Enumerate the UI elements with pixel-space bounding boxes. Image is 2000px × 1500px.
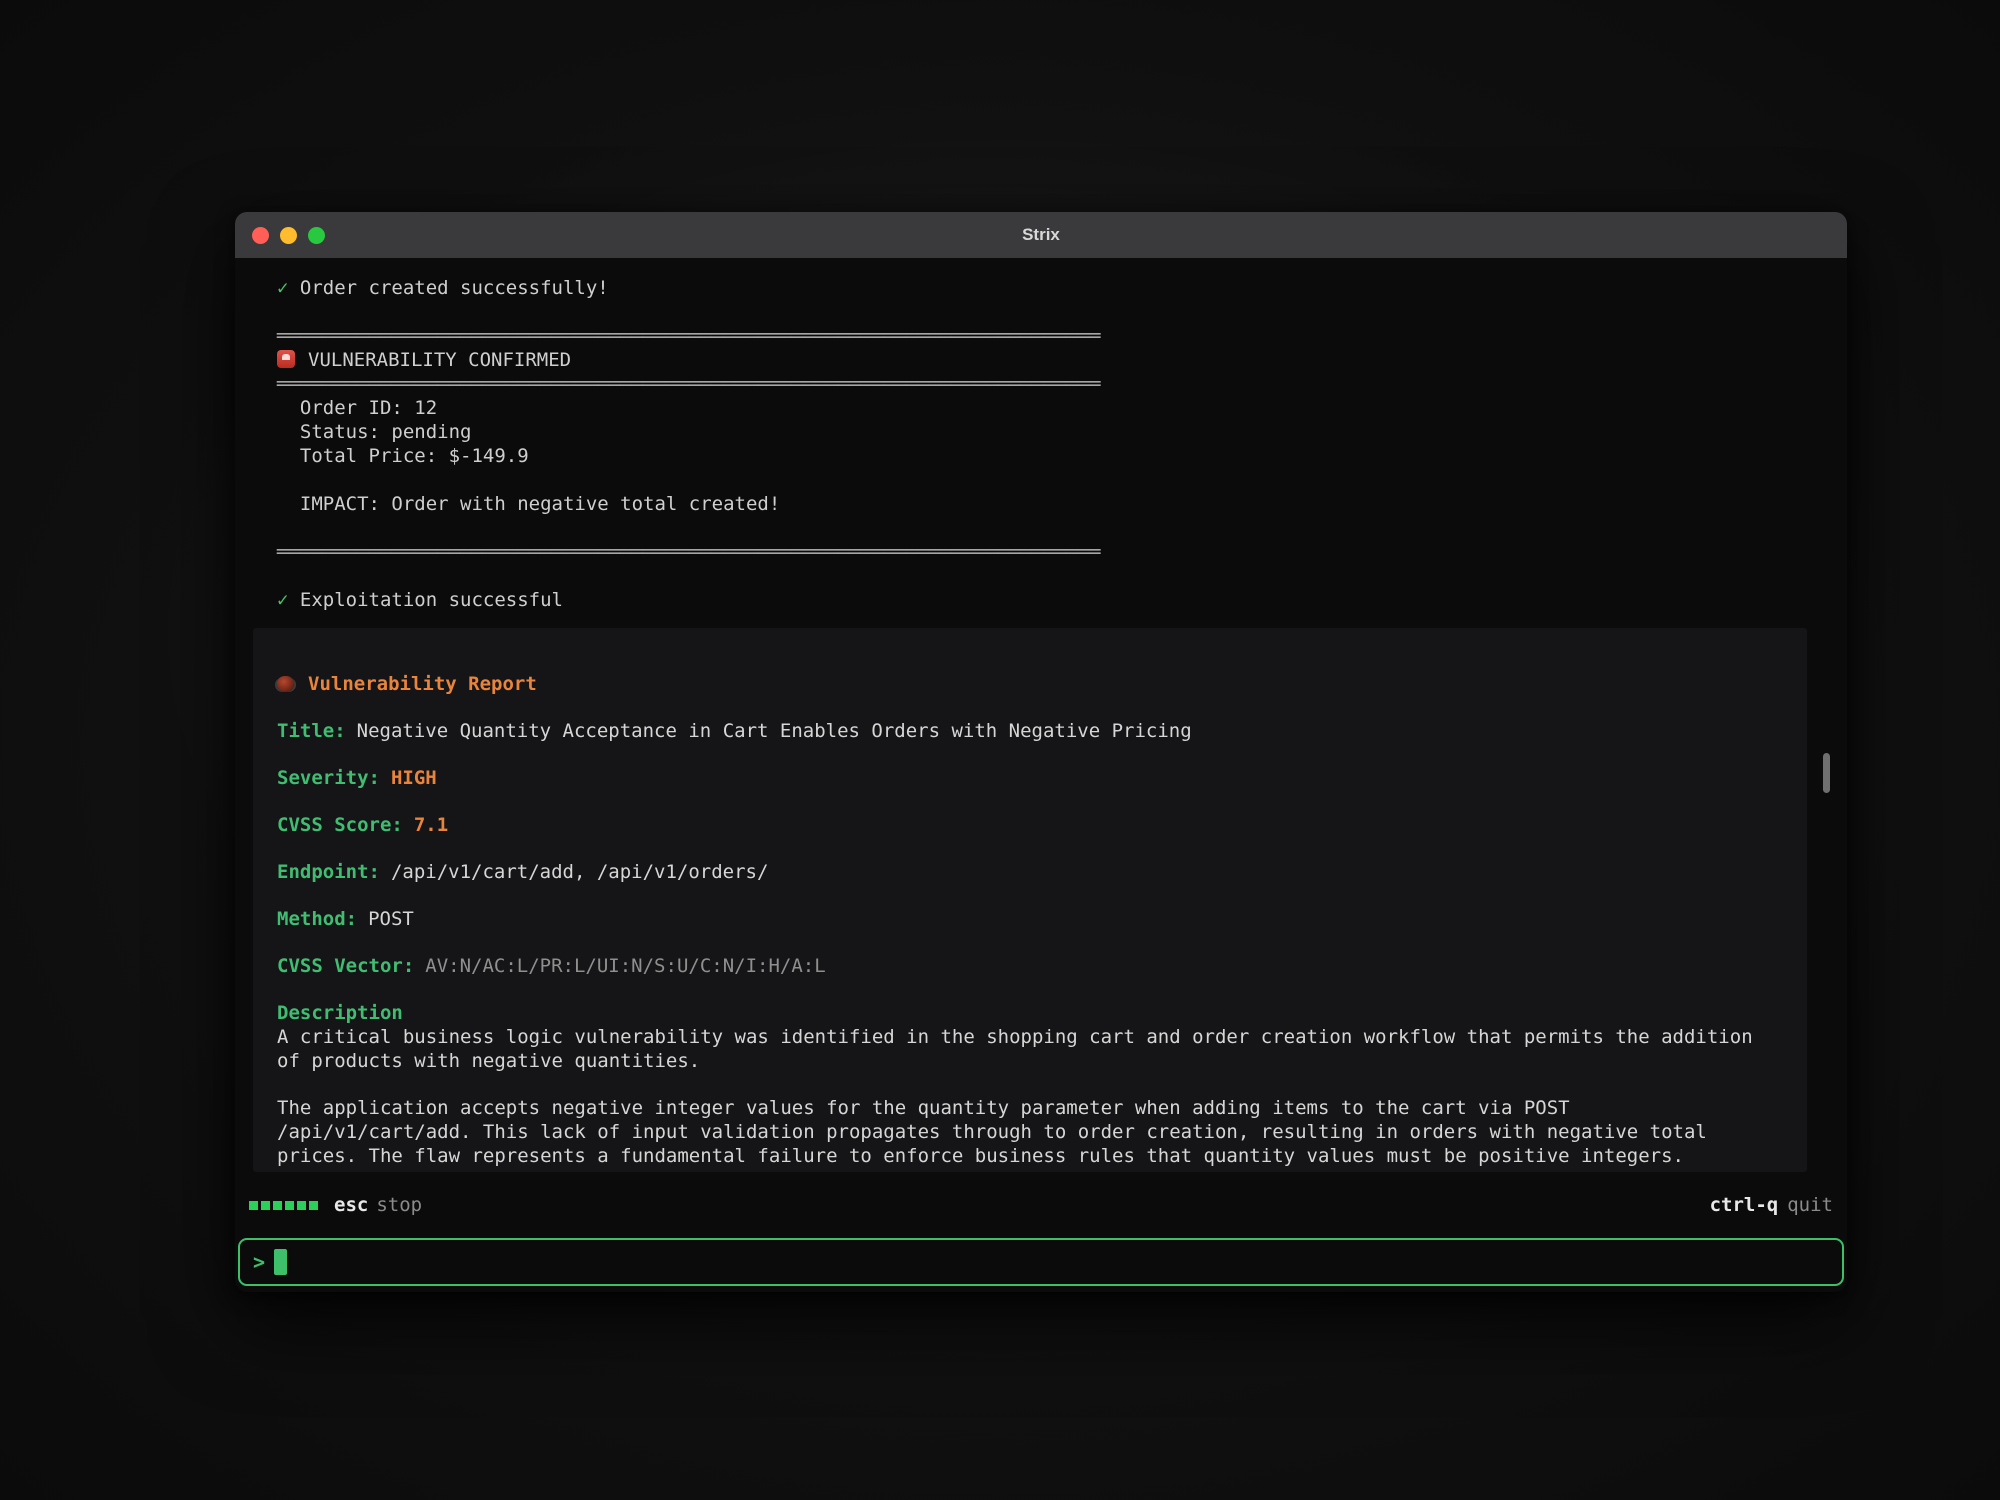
text-cursor xyxy=(274,1249,287,1275)
statusbar: esc stop ctrl-q quit xyxy=(235,1172,1847,1238)
log-order-created-text: Order created successfully! xyxy=(288,277,608,299)
statusbar-right: ctrl-q quit xyxy=(1710,1194,1833,1216)
traffic-lights xyxy=(252,212,325,258)
vuln-confirmed-text: VULNERABILITY CONFIRMED xyxy=(308,349,571,371)
report-row-title: Title: Negative Quantity Acceptance in Ca… xyxy=(277,719,1777,743)
report-row-cvss-score: CVSS Score: 7.1 xyxy=(277,813,1777,837)
divider-line: ════════════════════════════════════════… xyxy=(253,540,1821,564)
blank-line xyxy=(253,468,1821,492)
log-total-price: Total Price: $-149.9 xyxy=(253,444,1821,468)
spinner-icon xyxy=(249,1201,318,1210)
cvss-score-value: 7.1 xyxy=(414,814,448,836)
prompt-icon: > xyxy=(253,1250,265,1274)
log-exploitation-text: Exploitation successful xyxy=(288,589,563,611)
report-row-cvss-vector: CVSS Vector: AV:N/AC:L/PR:L/UI:N/S:U/C:N/… xyxy=(277,954,1777,978)
report-heading: Vulnerability Report xyxy=(277,672,1777,696)
stop-hint-label: stop xyxy=(376,1194,422,1216)
esc-key-hint: esc xyxy=(334,1194,368,1216)
endpoint-label: Endpoint: xyxy=(277,861,380,883)
bug-icon xyxy=(277,676,294,692)
blank-line xyxy=(253,300,1821,324)
terminal-output: ✓ Order created successfully! ══════════… xyxy=(235,258,1847,1172)
title-label: Title: xyxy=(277,720,346,742)
log-impact: IMPACT: Order with negative total create… xyxy=(253,492,1821,516)
report-row-method: Method: POST xyxy=(277,907,1777,931)
titlebar: Strix xyxy=(235,212,1847,258)
quit-hint-label: quit xyxy=(1787,1194,1833,1216)
scrollbar-thumb[interactable] xyxy=(1823,753,1830,793)
report-row-severity: Severity: HIGH xyxy=(277,766,1777,790)
zoom-button[interactable] xyxy=(308,227,325,244)
method-label: Method: xyxy=(277,908,357,930)
title-value: Negative Quantity Acceptance in Cart Ena… xyxy=(357,720,1192,742)
description-heading: Description xyxy=(277,1001,1777,1025)
command-input[interactable]: > xyxy=(238,1238,1844,1286)
cvss-score-label: CVSS Score: xyxy=(277,814,403,836)
log-order-created: ✓ Order created successfully! xyxy=(253,276,1821,300)
description-paragraph-2: The application accepts negative integer… xyxy=(277,1096,1769,1168)
log-exploitation: ✓ Exploitation successful xyxy=(253,588,1821,612)
ctrl-q-key-hint: ctrl-q xyxy=(1710,1194,1779,1216)
close-button[interactable] xyxy=(252,227,269,244)
minimize-button[interactable] xyxy=(280,227,297,244)
severity-value: HIGH xyxy=(391,767,437,789)
vulnerability-report-panel: Vulnerability Report Title: Negative Quan… xyxy=(253,628,1807,1172)
check-icon: ✓ xyxy=(277,589,288,611)
log-status: Status: pending xyxy=(253,420,1821,444)
statusbar-left: esc stop xyxy=(249,1194,422,1216)
divider-line: ════════════════════════════════════════… xyxy=(253,324,1821,348)
divider-line: ════════════════════════════════════════… xyxy=(253,372,1821,396)
strix-window: Strix ✓ Order created successfully! ════… xyxy=(235,212,1847,1292)
method-value: POST xyxy=(368,908,414,930)
siren-icon xyxy=(277,350,295,368)
blank-line xyxy=(253,516,1821,540)
window-title: Strix xyxy=(235,212,1847,258)
blank-line xyxy=(253,564,1821,588)
cvss-vector-value: AV:N/AC:L/PR:L/UI:N/S:U/C:N/I:H/A:L xyxy=(425,955,825,977)
cvss-vector-label: CVSS Vector: xyxy=(277,955,414,977)
log-order-id: Order ID: 12 xyxy=(253,396,1821,420)
description-paragraph-1: A critical business logic vulnerability … xyxy=(277,1025,1769,1073)
endpoint-value: /api/v1/cart/add, /api/v1/orders/ xyxy=(391,861,769,883)
report-heading-text: Vulnerability Report xyxy=(308,673,537,695)
report-row-endpoint: Endpoint: /api/v1/cart/add, /api/v1/order… xyxy=(277,860,1777,884)
log-vuln-confirmed: VULNERABILITY CONFIRMED xyxy=(253,348,1821,372)
check-icon: ✓ xyxy=(277,277,288,299)
command-input-area: > xyxy=(235,1238,1847,1292)
severity-label: Severity: xyxy=(277,767,380,789)
